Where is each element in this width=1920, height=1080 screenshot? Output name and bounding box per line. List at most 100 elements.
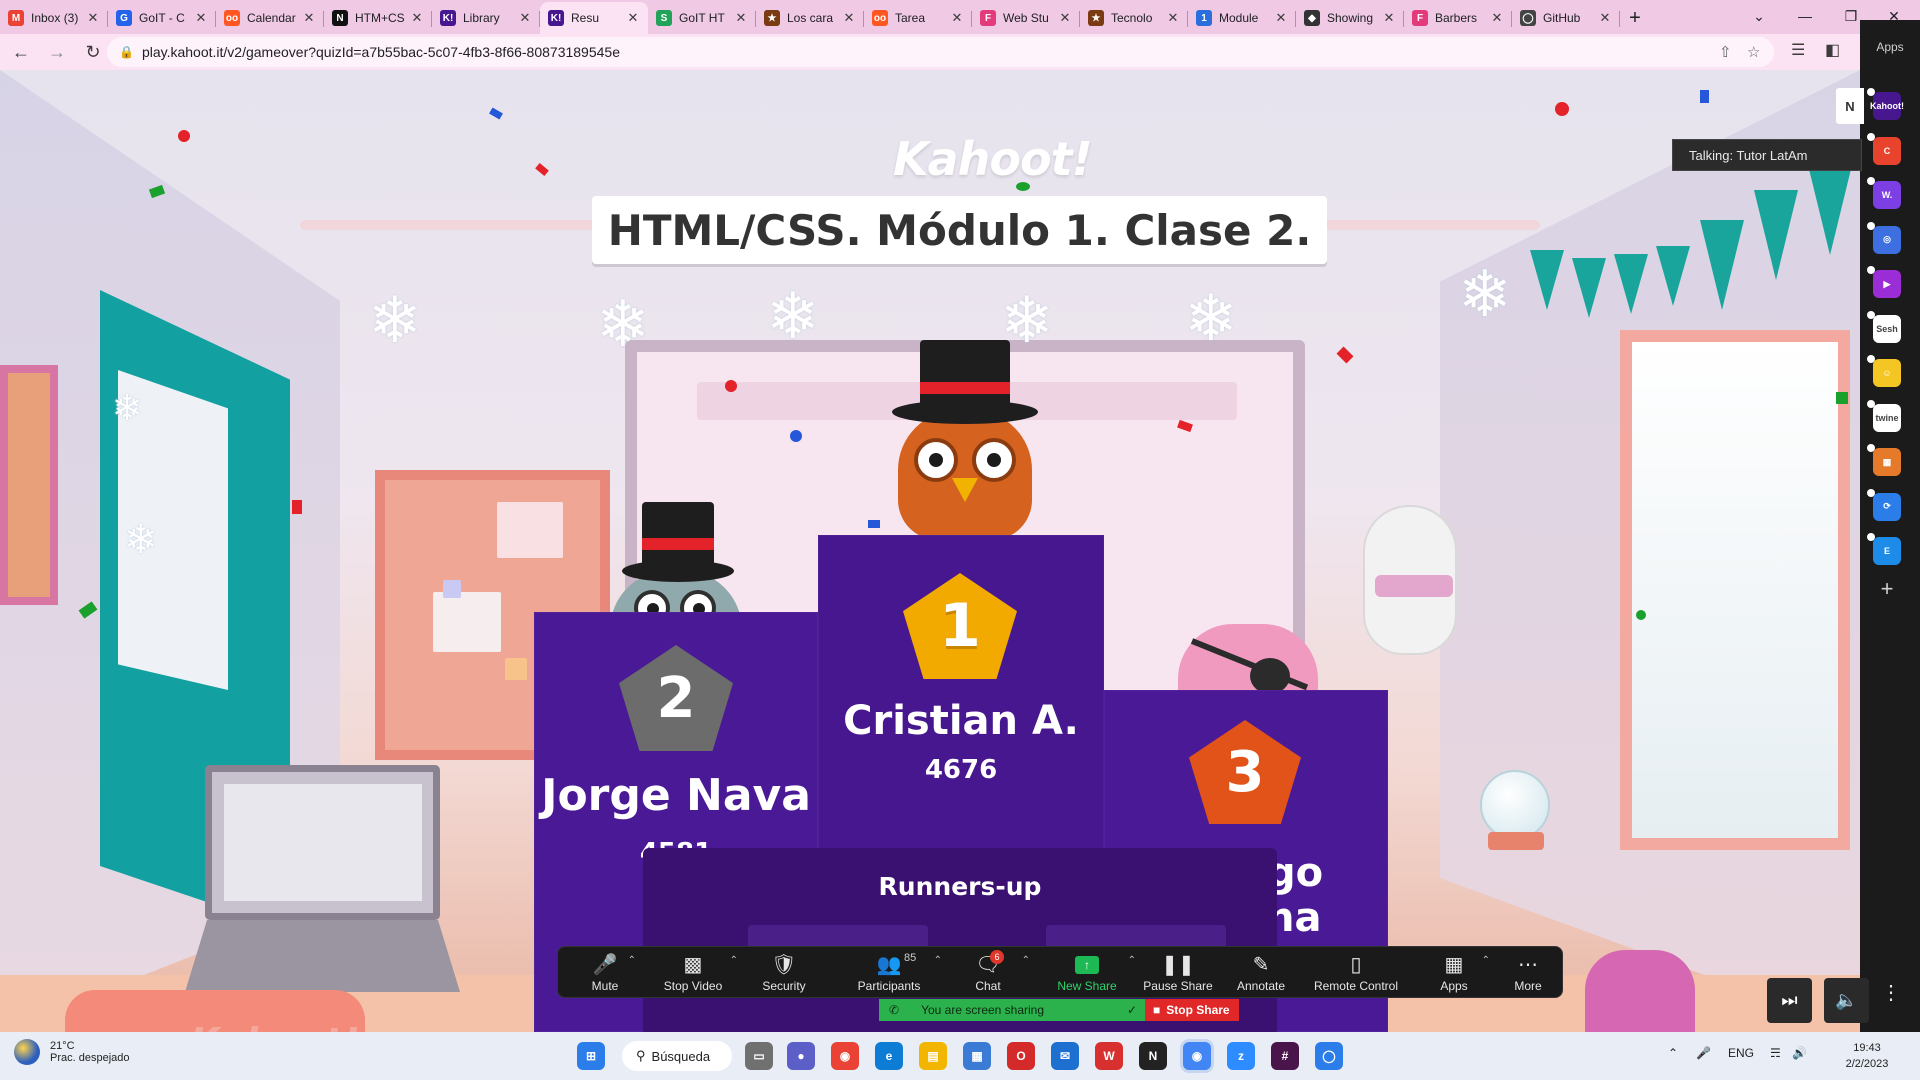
participants-options-chevron-icon[interactable]: ⌃	[934, 955, 942, 966]
share-options-chevron-icon[interactable]: ⌃	[1128, 955, 1136, 966]
browser-tab[interactable]: F Barbers ✕	[1404, 2, 1512, 34]
tab-close-icon[interactable]: ✕	[1598, 10, 1612, 26]
stop-video-button[interactable]: ▩ Stop Video ⌃	[658, 947, 738, 999]
tab-close-icon[interactable]: ✕	[1058, 10, 1072, 26]
sesh-icon[interactable]: Sesh	[1873, 314, 1901, 343]
tab-close-icon[interactable]: ✕	[518, 10, 532, 26]
system-clock[interactable]: 19:43 2/2/2023	[1822, 1040, 1912, 1072]
video-options-chevron-icon[interactable]: ⌃	[730, 955, 738, 966]
sync-app-icon[interactable]: ⟳	[1873, 492, 1901, 521]
mute-button[interactable]: 🎤 Mute ⌃	[580, 947, 636, 999]
tab-close-icon[interactable]: ✕	[1166, 10, 1180, 26]
tab-close-icon[interactable]: ✕	[1382, 10, 1396, 26]
address-bar[interactable]: 🔒 play.kahoot.it/v2/gameover?quizId=a7b5…	[107, 37, 1774, 67]
participants-button[interactable]: 👥 Participants 85 ⌃	[844, 947, 942, 999]
opera-icon[interactable]: O	[1007, 1042, 1035, 1070]
teams-icon[interactable]: ●	[787, 1042, 815, 1070]
app-icon[interactable]: ◯	[1315, 1042, 1343, 1070]
notion-icon[interactable]: N	[1139, 1042, 1167, 1070]
browser-tab[interactable]: oo Tarea ✕	[864, 2, 972, 34]
security-button[interactable]: 🛡 Security	[754, 947, 814, 999]
remote-control-button[interactable]: ▯ Remote Control	[1306, 947, 1406, 999]
bookmark-star-icon[interactable]: ☆	[1747, 43, 1760, 61]
browser-tab[interactable]: K! Library ✕	[432, 2, 540, 34]
edge-icon[interactable]: e	[875, 1042, 903, 1070]
collapsed-panel-button[interactable]: N	[1836, 88, 1864, 124]
browser-tab[interactable]: oo Calendar ✕	[216, 2, 324, 34]
red-app-icon[interactable]: C	[1873, 136, 1901, 165]
apps-button[interactable]: ▦ Apps ⌃	[1434, 947, 1490, 999]
browser-tab[interactable]: ★ Tecnolo ✕	[1080, 2, 1188, 34]
wooclap-icon[interactable]: W.	[1873, 181, 1901, 209]
microsoft-store-icon[interactable]: ▦	[963, 1042, 991, 1070]
reload-button[interactable]: ↻	[78, 37, 108, 67]
calendar-icon: oo	[224, 10, 240, 26]
back-button[interactable]: ←	[6, 37, 36, 67]
vertical-more-icon[interactable]: ⋮	[1878, 980, 1904, 1006]
chat-button[interactable]: 🗨 Chat 6 ⌃	[968, 947, 1030, 999]
side-panel-icon[interactable]: ◧	[1825, 40, 1840, 60]
tab-close-icon[interactable]: ✕	[1490, 10, 1504, 26]
tab-close-icon[interactable]: ✕	[1274, 10, 1288, 26]
tab-close-icon[interactable]: ✕	[842, 10, 856, 26]
tab-close-icon[interactable]: ✕	[302, 10, 316, 26]
tab-close-icon[interactable]: ✕	[950, 10, 964, 26]
chat-app-icon[interactable]: ◎	[1873, 225, 1901, 254]
stop-square-icon: ■	[1153, 1003, 1161, 1017]
annotate-button[interactable]: ✎ Annotate	[1226, 947, 1296, 999]
browser-tab[interactable]: K! Resu ✕	[540, 2, 648, 34]
wifi-icon[interactable]: ☴	[1770, 1046, 1781, 1060]
browser-tab[interactable]: ◆ Showing ✕	[1296, 2, 1404, 34]
task-view-icon[interactable]: ▭	[745, 1042, 773, 1070]
kahoot-app-icon[interactable]: Kahoot!	[1870, 92, 1904, 120]
start-button[interactable]: ⊞	[577, 1042, 605, 1070]
e-app-icon[interactable]: E	[1873, 537, 1901, 565]
grid-app-icon[interactable]: ▦	[1873, 448, 1901, 476]
more-button[interactable]: ⋯ More	[1508, 947, 1548, 999]
tab-close-icon[interactable]: ✕	[734, 10, 748, 26]
quiz-title: HTML/CSS. Módulo 1. Clase 2.	[592, 196, 1327, 264]
chat-options-chevron-icon[interactable]: ⌃	[1022, 955, 1030, 966]
zoom-icon[interactable]: z	[1227, 1042, 1255, 1070]
microphone-tray-icon[interactable]: 🎤	[1696, 1046, 1711, 1060]
tab-close-icon[interactable]: ✕	[626, 10, 640, 26]
file-explorer-icon[interactable]: ▤	[919, 1042, 947, 1070]
browser-tab[interactable]: 1 Module ✕	[1188, 2, 1296, 34]
smile-app-icon[interactable]: ☺	[1873, 359, 1901, 387]
new-tab-button[interactable]: +	[1620, 2, 1650, 34]
browser-tab[interactable]: ★ Los cara ✕	[756, 2, 864, 34]
skip-next-button[interactable]: ⏭	[1767, 978, 1812, 1023]
speaker-icon[interactable]: 🔊	[1792, 1046, 1807, 1060]
snowflake-icon: ❄	[124, 518, 158, 562]
language-indicator[interactable]: ENG	[1728, 1046, 1754, 1060]
wps-icon[interactable]: W	[1095, 1042, 1123, 1070]
video-app-icon[interactable]: ▶	[1873, 270, 1901, 298]
taskbar-search[interactable]: ⚲ Búsqueda	[622, 1041, 732, 1071]
browser-tab[interactable]: S GoIT HT ✕	[648, 2, 756, 34]
browser-tab[interactable]: G GoIT - C ✕	[108, 2, 216, 34]
forward-button[interactable]: →	[42, 37, 72, 67]
new-share-button[interactable]: ↑ New Share ⌃	[1052, 947, 1136, 999]
pause-share-button[interactable]: ❚❚ Pause Share	[1138, 947, 1218, 999]
slack-icon[interactable]: #	[1271, 1042, 1299, 1070]
weather-widget[interactable]: 21°C Prac. despejado	[14, 1039, 130, 1065]
tab-close-icon[interactable]: ✕	[410, 10, 424, 26]
show-hidden-icons-chevron-icon[interactable]: ⌃	[1668, 1046, 1678, 1060]
tab-close-icon[interactable]: ✕	[86, 10, 100, 26]
browser-tab[interactable]: ◯ GitHub ✕	[1512, 2, 1620, 34]
share-icon[interactable]: ⇧	[1719, 43, 1732, 61]
stop-share-button[interactable]: ■ Stop Share	[1145, 999, 1239, 1021]
chrome-icon[interactable]: ◉	[831, 1042, 859, 1070]
apps-options-chevron-icon[interactable]: ⌃	[1482, 955, 1490, 966]
add-app-icon[interactable]: +	[1872, 574, 1902, 604]
mute-options-chevron-icon[interactable]: ⌃	[628, 955, 636, 966]
reading-list-icon[interactable]: ☰	[1791, 40, 1805, 60]
mail-icon[interactable]: ✉	[1051, 1042, 1079, 1070]
browser-tab[interactable]: M Inbox (3) ✕	[0, 2, 108, 34]
tab-close-icon[interactable]: ✕	[194, 10, 208, 26]
browser-tab[interactable]: N HTM+CS ✕	[324, 2, 432, 34]
twine-icon[interactable]: twine	[1873, 403, 1901, 432]
chrome-profile-icon[interactable]: ◉	[1183, 1042, 1211, 1070]
volume-button[interactable]: 🔈	[1824, 978, 1869, 1023]
browser-tab[interactable]: F Web Stu ✕	[972, 2, 1080, 34]
